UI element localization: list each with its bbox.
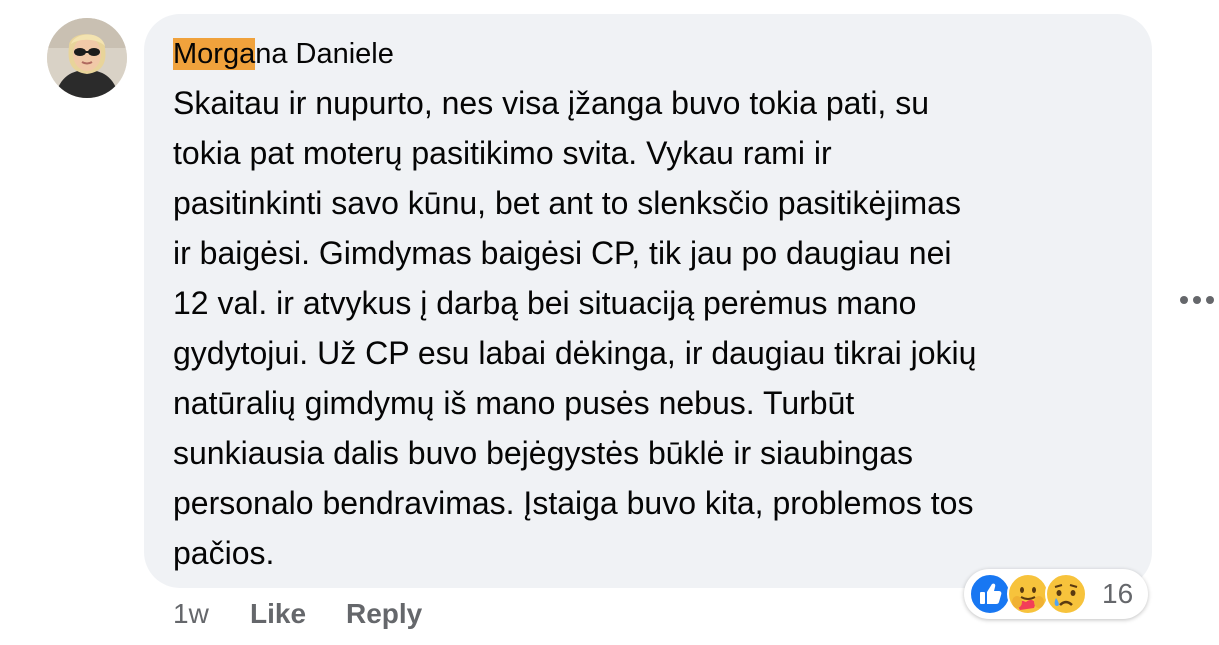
avatar-photo [47,18,127,98]
like-button[interactable]: Like [250,596,306,632]
comment-line: pasitinkinti savo kūnu, bet ant to slenk… [173,185,961,221]
more-options-icon[interactable] [1180,288,1214,312]
comment-line: sunkiausia dalis buvo bejėgystės būklė i… [173,435,913,471]
author-name-highlight: Morga [173,38,256,70]
reply-button[interactable]: Reply [346,596,422,632]
sad-reaction-icon [1045,573,1087,615]
avatar[interactable] [47,18,127,98]
comment-line: tokia pat moterų pasitikimo svita. Vykau… [173,135,832,171]
dot [1206,296,1214,304]
dot [1193,296,1201,304]
comment-line: Skaitau ir nupurto, nes visa įžanga buvo… [173,85,929,121]
reaction-count: 16 [1102,578,1134,609]
dot [1180,296,1188,304]
author-name-rest: na Daniele [255,38,394,70]
comment-line: 12 val. ir atvykus į darbą bei situaciją… [173,285,917,321]
comment-text: Skaitau ir nupurto, nes visa įžanga buvo… [173,78,1133,578]
comment-author-link[interactable]: Morgana Daniele [173,36,394,72]
comment-container: Morgana Daniele Skaitau ir nupurto, nes … [0,0,1219,645]
reactions-summary[interactable]: 16 [964,569,1148,619]
comment-line: natūralių gimdymų iš mano pusės nebus. T… [173,385,855,421]
comment-line: gydytojui. Už CP esu labai dėkinga, ir d… [173,335,977,371]
comment-line: personalo bendravimas. Įstaiga buvo kita… [173,485,974,521]
comment-timestamp[interactable]: 1w [173,596,209,632]
comment-line: ir baigėsi. Gimdymas baigėsi CP, tik jau… [173,235,952,271]
